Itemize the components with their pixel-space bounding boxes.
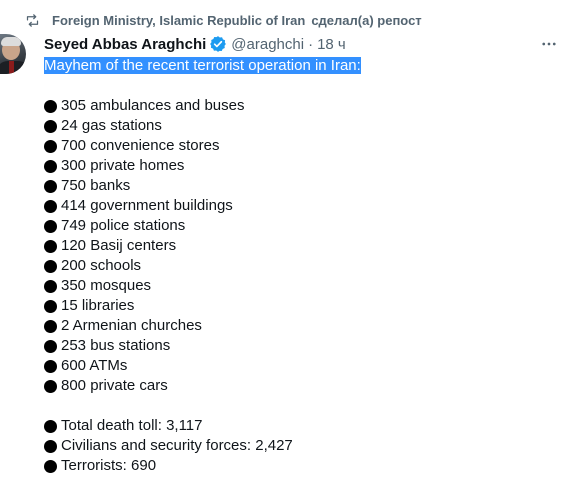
list-item: 414 government buildings (44, 196, 564, 216)
list-item-text: 2 Armenian churches (61, 317, 202, 334)
list-item-text: 305 ambulances and buses (61, 97, 245, 114)
black-circle-icon (44, 139, 57, 153)
civilians-security-count: Civilians and security forces: 2,427 (61, 437, 293, 454)
black-circle-icon (44, 199, 57, 213)
list-item: 749 police stations (44, 216, 564, 236)
list-item-text: 600 ATMs (61, 357, 128, 374)
list-item-text: 414 government buildings (61, 197, 233, 214)
more-horizontal-icon (542, 42, 556, 46)
total-death-toll: Total death toll: 3,117 (61, 417, 203, 434)
list-item-text: 300 private homes (61, 157, 185, 174)
black-circle-icon (44, 439, 57, 453)
black-circle-icon (44, 339, 57, 353)
list-item-text: 350 mosques (61, 277, 152, 294)
black-circle-icon (44, 219, 57, 233)
terrorists-count: Terrorists: 690 (61, 457, 157, 474)
tweet-headline: Mayhem of the recent terrorist operation… (44, 57, 361, 74)
list-item: 800 private cars (44, 376, 564, 396)
separator-dot: · (308, 35, 314, 53)
list-item: 200 schools (44, 256, 564, 276)
list-item-text: 24 gas stations (61, 117, 162, 134)
list-item: 700 convenience stores (44, 136, 564, 156)
list-item-text: 749 police stations (61, 217, 186, 234)
black-circle-icon (44, 179, 57, 193)
black-circle-icon (44, 99, 57, 113)
list-item-text: 800 private cars (61, 377, 168, 394)
list-item-text: 700 convenience stores (61, 137, 220, 154)
list-item: 350 mosques (44, 276, 564, 296)
black-circle-icon (44, 359, 57, 373)
list-item: 253 bus stations (44, 336, 564, 356)
black-circle-icon (44, 259, 57, 273)
black-circle-icon (44, 299, 57, 313)
list-item: 750 banks (44, 176, 564, 196)
tweet-card[interactable]: Foreign Ministry, Islamic Republic of Ir… (0, 0, 573, 481)
black-circle-icon (44, 159, 57, 173)
tweet-header: Seyed Abbas Araghchi @araghchi · 18 ч (44, 34, 346, 54)
author-name[interactable]: Seyed Abbas Araghchi (44, 36, 206, 53)
list-item-text: 120 Basij centers (61, 237, 177, 254)
list-item-text: 200 schools (61, 257, 142, 274)
black-circle-icon (44, 279, 57, 293)
tweet-timestamp[interactable]: 18 ч (317, 36, 346, 53)
avatar[interactable] (0, 34, 26, 74)
list-item: 15 libraries (44, 296, 564, 316)
repost-account-link[interactable]: Foreign Ministry, Islamic Republic of Ir… (52, 13, 305, 28)
repost-context: Foreign Ministry, Islamic Republic of Ir… (24, 11, 422, 29)
list-item: 24 gas stations (44, 116, 564, 136)
list-item: 305 ambulances and buses (44, 96, 564, 116)
black-circle-icon (44, 119, 57, 133)
verified-badge-icon[interactable] (209, 35, 227, 53)
black-circle-icon (44, 239, 57, 253)
list-item-text: 15 libraries (61, 297, 135, 314)
black-circle-icon (44, 459, 57, 473)
tweet-text: Mayhem of the recent terrorist operation… (44, 56, 564, 476)
black-circle-icon (44, 419, 57, 433)
total-item: Terrorists: 690 (44, 456, 564, 476)
list-item: 300 private homes (44, 156, 564, 176)
list-item-text: 750 banks (61, 177, 131, 194)
total-item: Total death toll: 3,117 (44, 416, 564, 436)
repost-icon (24, 12, 40, 28)
list-item-text: 253 bus stations (61, 337, 171, 354)
total-item: Civilians and security forces: 2,427 (44, 436, 564, 456)
black-circle-icon (44, 319, 57, 333)
list-item: 2 Armenian churches (44, 316, 564, 336)
list-item: 120 Basij centers (44, 236, 564, 256)
more-options-button[interactable] (537, 34, 561, 54)
author-handle[interactable]: @araghchi (231, 36, 304, 53)
black-circle-icon (44, 379, 57, 393)
list-item: 600 ATMs (44, 356, 564, 376)
repost-suffix: сделал(а) репост (311, 12, 422, 28)
